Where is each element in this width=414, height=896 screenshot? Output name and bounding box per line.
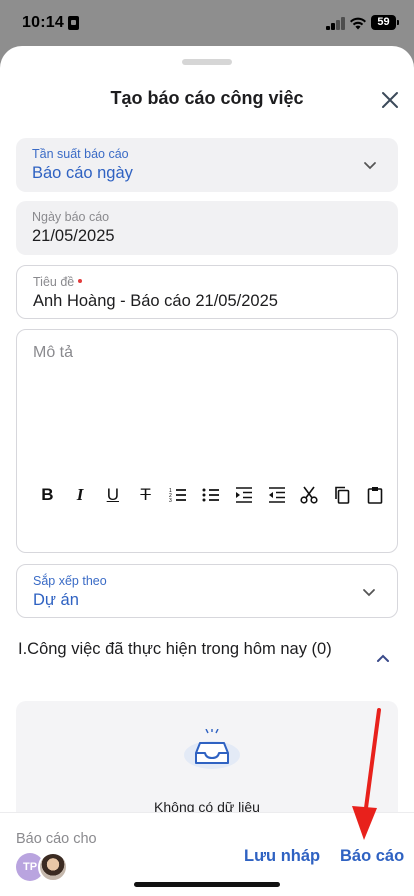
- sort-by-label: Sắp xếp theo: [33, 574, 107, 588]
- orientation-lock-icon: [68, 16, 79, 30]
- close-icon[interactable]: [379, 89, 401, 111]
- sort-by-value: Dự án: [33, 591, 79, 609]
- chevron-down-icon: [364, 162, 376, 170]
- status-time: 10:14: [22, 14, 64, 31]
- sheet-title: Tạo báo cáo công việc: [110, 88, 304, 108]
- description-editor[interactable]: Mô tả B I U T 123: [16, 329, 398, 553]
- bold-button[interactable]: B: [31, 482, 64, 508]
- home-indicator: [134, 882, 280, 887]
- outdent-button[interactable]: [260, 482, 293, 508]
- report-date-value: 21/05/2025: [32, 227, 115, 245]
- cut-button[interactable]: [293, 482, 326, 508]
- numbered-list-button[interactable]: 123: [162, 482, 195, 508]
- report-frequency-label: Tần suất báo cáo: [32, 147, 129, 161]
- save-draft-button[interactable]: Lưu nháp: [244, 847, 320, 866]
- numbered-list-icon: 123: [169, 488, 187, 503]
- report-to-label: Báo cáo cho: [16, 831, 97, 847]
- required-indicator: [78, 278, 83, 283]
- copy-icon: [335, 486, 350, 504]
- editor-toolbar: B I U T 123: [31, 482, 391, 508]
- battery-icon: 59: [371, 15, 399, 30]
- indent-button[interactable]: [227, 482, 260, 508]
- strikethrough-button[interactable]: T: [129, 482, 162, 508]
- strikethrough-icon: T: [140, 485, 151, 504]
- bullet-list-icon: [202, 488, 220, 502]
- report-frequency-select[interactable]: Tần suất báo cáo Báo cáo ngày: [16, 138, 398, 192]
- report-title-label-text: Tiêu đề: [33, 275, 75, 289]
- chevron-down-icon: [363, 589, 375, 597]
- section-title-completed-work: I.Công việc đã thực hiện trong hôm nay (…: [18, 640, 332, 658]
- status-bar: 10:14 59: [0, 0, 414, 48]
- wifi-icon: [350, 17, 366, 30]
- paste-button[interactable]: [358, 482, 391, 508]
- empty-inbox-icon: [184, 729, 240, 769]
- bold-icon: B: [41, 485, 54, 504]
- sort-by-select[interactable]: Sắp xếp theo Dự án: [16, 564, 398, 618]
- scissors-icon: [300, 486, 318, 504]
- avatar-photo[interactable]: [38, 852, 68, 882]
- report-date-field[interactable]: Ngày báo cáo 21/05/2025: [16, 201, 398, 255]
- report-title-field[interactable]: Tiêu đề Anh Hoàng - Báo cáo 21/05/2025: [16, 265, 398, 319]
- create-report-sheet: Tạo báo cáo công việc Tần suất báo cáo B…: [0, 46, 414, 896]
- indent-icon: [235, 487, 252, 503]
- italic-button[interactable]: I: [64, 482, 97, 508]
- submit-report-button[interactable]: Báo cáo: [340, 847, 404, 866]
- underline-button[interactable]: U: [96, 482, 129, 508]
- report-title-label: Tiêu đề: [33, 275, 83, 289]
- report-title-value: Anh Hoàng - Báo cáo 21/05/2025: [33, 292, 278, 310]
- outdent-icon: [268, 487, 285, 503]
- report-frequency-value: Báo cáo ngày: [32, 164, 133, 182]
- underline-icon: U: [106, 485, 119, 504]
- report-date-label: Ngày báo cáo: [32, 210, 110, 224]
- copy-button[interactable]: [326, 482, 359, 508]
- bullet-list-button[interactable]: [195, 482, 228, 508]
- italic-icon: I: [76, 485, 84, 504]
- clipboard-icon: [367, 487, 383, 504]
- cellular-signal-icon: [326, 17, 346, 30]
- description-placeholder: Mô tả: [33, 344, 74, 361]
- sheet-grabber[interactable]: [182, 59, 232, 65]
- svg-text:3: 3: [169, 498, 172, 503]
- chevron-up-icon[interactable]: [375, 650, 391, 666]
